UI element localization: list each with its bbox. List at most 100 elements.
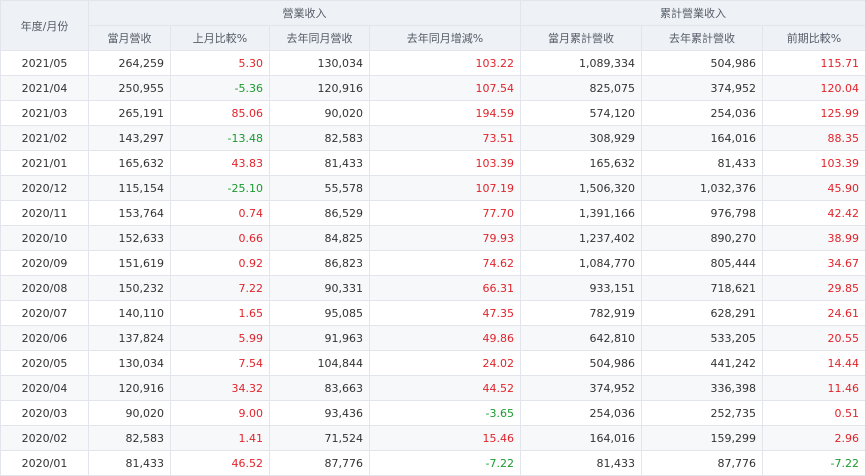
cell-cumulative-revenue: 574,120 <box>520 100 642 126</box>
table-row: 2020/03 90,020 9.00 93,436 -3.65 254,036 252,7… <box>0 400 865 426</box>
cell-cumulative-revenue: 374,952 <box>520 375 642 401</box>
cell-period-change: 103.39 <box>761 150 865 176</box>
cell-last-year-cumulative: 805,444 <box>641 250 763 276</box>
table-row: 2020/05 130,034 7.54 104,844 24.02 504,986 441… <box>0 350 865 376</box>
cell-cumulative-revenue: 165,632 <box>520 150 642 176</box>
table-row: 2021/03 265,191 85.06 90,020 194.59 574,120 25… <box>0 100 865 126</box>
table-row: 2020/11 153,764 0.74 86,529 77.70 1,391,166 97… <box>0 200 865 226</box>
cell-last-year-cumulative: 441,242 <box>641 350 763 376</box>
cell-period-change: 88.35 <box>761 125 865 151</box>
cell-month: 2020/05 <box>0 350 89 376</box>
cell-last-year-revenue: 81,433 <box>269 150 370 176</box>
cell-mom-change: -5.36 <box>170 75 270 101</box>
cell-last-year-cumulative: 628,291 <box>641 300 763 326</box>
cell-period-change: 42.42 <box>761 200 865 226</box>
cell-mom-change: 1.41 <box>170 425 270 451</box>
cell-period-change: 14.44 <box>761 350 865 376</box>
cell-month: 2020/12 <box>0 175 89 201</box>
cell-yoy-change: 103.39 <box>369 150 521 176</box>
cell-last-year-revenue: 104,844 <box>269 350 370 376</box>
cell-monthly-revenue: 165,632 <box>88 150 171 176</box>
cell-period-change: 2.96 <box>761 425 865 451</box>
cell-month: 2020/09 <box>0 250 89 276</box>
cell-yoy-change: 77.70 <box>369 200 521 226</box>
header-month: 年度/月份 <box>0 0 89 51</box>
header-period-change: 前期比較% <box>761 25 865 51</box>
cell-monthly-revenue: 151,619 <box>88 250 171 276</box>
header-last-year-cumulative: 去年累計營收 <box>641 25 763 51</box>
cell-mom-change: 7.54 <box>170 350 270 376</box>
cell-month: 2021/05 <box>0 50 89 76</box>
cell-cumulative-revenue: 1,237,402 <box>520 225 642 251</box>
cell-last-year-revenue: 130,034 <box>269 50 370 76</box>
cell-period-change: 0.51 <box>761 400 865 426</box>
table-row: 2020/06 137,824 5.99 91,963 49.86 642,810 533,… <box>0 325 865 351</box>
cell-monthly-revenue: 150,232 <box>88 275 171 301</box>
cell-cumulative-revenue: 1,506,320 <box>520 175 642 201</box>
cell-mom-change: 0.74 <box>170 200 270 226</box>
cell-cumulative-revenue: 1,084,770 <box>520 250 642 276</box>
cell-last-year-revenue: 90,331 <box>269 275 370 301</box>
cell-period-change: 45.90 <box>761 175 865 201</box>
cell-month: 2021/04 <box>0 75 89 101</box>
table-row: 2020/02 82,583 1.41 71,524 15.46 164,016 159,2… <box>0 425 865 451</box>
cell-mom-change: -13.48 <box>170 125 270 151</box>
table-row: 2020/10 152,633 0.66 84,825 79.93 1,237,402 89… <box>0 225 865 251</box>
table-row: 2020/08 150,232 7.22 90,331 66.31 933,151 718,… <box>0 275 865 301</box>
cell-mom-change: 1.65 <box>170 300 270 326</box>
cell-last-year-cumulative: 87,776 <box>641 450 763 476</box>
cell-month: 2020/10 <box>0 225 89 251</box>
cell-monthly-revenue: 120,916 <box>88 375 171 401</box>
cell-last-year-revenue: 93,436 <box>269 400 370 426</box>
table-row: 2020/12 115,154 -25.10 55,578 107.19 1,506,32… <box>0 175 865 201</box>
cell-last-year-revenue: 91,963 <box>269 325 370 351</box>
cell-last-year-cumulative: 159,299 <box>641 425 763 451</box>
cell-last-year-cumulative: 533,205 <box>641 325 763 351</box>
cell-period-change: 38.99 <box>761 225 865 251</box>
cell-last-year-cumulative: 164,016 <box>641 125 763 151</box>
table-row: 2021/02 143,297 -13.48 82,583 73.51 308,929 16… <box>0 125 865 151</box>
cell-period-change: 24.61 <box>761 300 865 326</box>
cell-month: 2020/08 <box>0 275 89 301</box>
cell-cumulative-revenue: 642,810 <box>520 325 642 351</box>
header-mom-change: 上月比較% <box>170 25 270 51</box>
cell-last-year-cumulative: 252,735 <box>641 400 763 426</box>
cell-last-year-cumulative: 976,798 <box>641 200 763 226</box>
cell-last-year-cumulative: 890,270 <box>641 225 763 251</box>
cell-monthly-revenue: 115,154 <box>88 175 171 201</box>
cell-monthly-revenue: 265,191 <box>88 100 171 126</box>
cell-period-change: 120.04 <box>761 75 865 101</box>
cell-period-change: 34.67 <box>761 250 865 276</box>
cell-last-year-revenue: 71,524 <box>269 425 370 451</box>
table-row: 2021/04 250,955 -5.36 120,916 107.54 825,075 3… <box>0 75 865 101</box>
cell-cumulative-revenue: 254,036 <box>520 400 642 426</box>
cell-last-year-revenue: 95,085 <box>269 300 370 326</box>
cell-last-year-revenue: 83,663 <box>269 375 370 401</box>
cell-month: 2020/06 <box>0 325 89 351</box>
cell-monthly-revenue: 153,764 <box>88 200 171 226</box>
cell-mom-change: 0.92 <box>170 250 270 276</box>
cell-mom-change: 5.99 <box>170 325 270 351</box>
cell-mom-change: 9.00 <box>170 400 270 426</box>
cell-period-change: 20.55 <box>761 325 865 351</box>
cell-period-change: 11.46 <box>761 375 865 401</box>
cell-month: 2020/11 <box>0 200 89 226</box>
table-row: 2021/05 264,259 5.30 130,034 103.22 1,089,334… <box>0 50 865 76</box>
cell-last-year-cumulative: 374,952 <box>641 75 763 101</box>
table-row: 2020/07 140,110 1.65 95,085 47.35 782,919 628,… <box>0 300 865 326</box>
cell-month: 2020/04 <box>0 375 89 401</box>
cell-monthly-revenue: 143,297 <box>88 125 171 151</box>
cell-monthly-revenue: 140,110 <box>88 300 171 326</box>
header-monthly-revenue: 當月營收 <box>88 25 171 51</box>
cell-last-year-cumulative: 718,621 <box>641 275 763 301</box>
cell-monthly-revenue: 82,583 <box>88 425 171 451</box>
cell-yoy-change: 44.52 <box>369 375 521 401</box>
cell-cumulative-revenue: 1,089,334 <box>520 50 642 76</box>
cell-last-year-cumulative: 336,398 <box>641 375 763 401</box>
cell-mom-change: 34.32 <box>170 375 270 401</box>
cell-period-change: 125.99 <box>761 100 865 126</box>
cell-yoy-change: 47.35 <box>369 300 521 326</box>
cell-monthly-revenue: 90,020 <box>88 400 171 426</box>
cell-month: 2020/01 <box>0 450 89 476</box>
cell-mom-change: 5.30 <box>170 50 270 76</box>
